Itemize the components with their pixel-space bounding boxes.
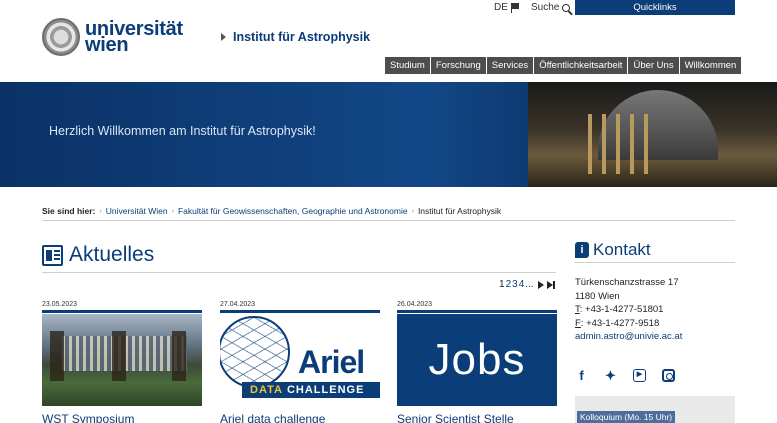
observatory-photo [528,82,777,187]
hero-title: Herzlich Willkommen am Institut für Astr… [49,124,316,138]
nav-item-willkommen[interactable]: Willkommen [679,57,742,74]
institute-name: Institut für Astrophysik [233,30,371,44]
divider [42,272,556,273]
column [588,114,592,174]
instagram-icon[interactable] [662,369,675,382]
news-card[interactable]: 23.05.2023 WST Symposium [42,300,202,423]
news-date: 27.04.2023 [220,300,380,313]
nav-item-studium[interactable]: Studium [385,57,431,74]
contact-heading: i Kontakt [575,240,735,263]
top-utility-bar: DE Suche [494,0,571,15]
news-heading: Aktuelles [42,243,154,267]
institute-link[interactable]: Institut für Astrophysik [221,30,370,44]
contact-fax: F: +43-1-4277-9518 [575,317,735,331]
newspaper-icon [42,244,63,266]
next-page-icon[interactable] [537,280,544,289]
nav-item-ueber-uns[interactable]: Über Uns [628,57,680,74]
column [644,114,648,174]
hero-banner: Herzlich Willkommen am Institut für Astr… [0,82,777,187]
news-image-jobs[interactable]: Jobs [397,314,557,406]
column [630,114,634,174]
contact-street: Türkenschanzstrasse 17 [575,277,679,288]
band-word-challenge: CHALLENGE [282,384,365,396]
nav-item-forschung[interactable]: Forschung [430,57,487,74]
divider [42,220,735,221]
arrow-right-icon [221,33,226,41]
data-challenge-band: DATA CHALLENGE [242,382,380,398]
last-page-icon[interactable] [547,281,555,289]
university-seal-icon [42,18,80,56]
page-link-4[interactable]: 4 [519,279,525,290]
fax-number: : +43-1-4277-9518 [580,317,660,329]
page-ellipsis: ... [525,279,534,290]
ariel-wordmark: Ariel [298,344,365,380]
news-image-building[interactable] [42,314,202,406]
main-navigation: Studium Forschung Services Öffentlichkei… [385,57,742,74]
tree [172,331,186,381]
nav-item-oeffentlichkeitsarbeit[interactable]: Öffentlichkeitsarbeit [534,57,629,74]
tree [112,331,126,381]
search-icon [562,3,571,12]
twitter-icon[interactable]: ✦ [604,369,617,382]
youtube-icon[interactable]: ▶ [633,369,646,382]
language-label: DE [494,2,508,13]
search-button[interactable]: Suche [531,2,571,13]
news-title-link[interactable]: Ariel data challenge [220,412,380,423]
social-links: f ✦ ▶ [575,369,675,382]
column [616,114,620,174]
nav-item-services[interactable]: Services [486,57,535,74]
breadcrumb-item-current: Institut für Astrophysik [417,206,502,216]
breadcrumb-label: Sie sind hier: [42,206,96,216]
logo-wordmark: universität wien [85,19,183,55]
page-current: 1 [499,279,505,290]
news-image-ariel-logo[interactable]: Ariel DATA CHALLENGE [220,314,380,406]
breadcrumb-separator-icon: › [411,207,414,215]
breadcrumb-separator-icon: › [171,207,174,215]
contact-city: 1180 Wien [575,290,620,302]
info-speech-icon: i [575,242,589,258]
phone-number[interactable]: : +43-1-4277-51801 [580,304,664,315]
quicklinks-button[interactable]: Quicklinks [575,0,735,15]
breadcrumb-item-university[interactable]: Universität Wien [106,206,168,216]
flag-icon [510,2,520,13]
breadcrumb: Sie sind hier: › Universität Wien › Faku… [42,206,501,216]
news-card[interactable]: 27.04.2023 Ariel DATA CHALLENGE Ariel da… [220,300,380,423]
search-label: Suche [531,2,560,13]
globe-network-icon [220,316,290,388]
contact-panel: i Kontakt Türkenschanzstrasse 17 1180 Wi… [575,240,735,344]
news-card[interactable]: 26.04.2023 Jobs Senior Scientist Stelle [397,300,557,423]
university-logo[interactable]: universität wien [42,18,183,56]
tree [50,331,64,381]
contact-email-link[interactable]: admin.astro@univie.ac.at [575,330,735,344]
contact-details: Türkenschanzstrasse 17 1180 Wien T: +43-… [575,276,735,344]
news-title-link[interactable]: Senior Scientist Stelle [397,412,557,423]
contact-title: Kontakt [593,240,651,259]
news-date: 26.04.2023 [397,300,557,313]
band-word-data: DATA [250,384,283,396]
news-title: Aktuelles [69,243,155,266]
language-switch[interactable]: DE [494,2,520,13]
page-link-2[interactable]: 2 [506,279,512,290]
colloquium-link[interactable]: Kolloquium (Mo. 15 Uhr) [577,411,676,423]
news-date: 23.05.2023 [42,300,202,313]
news-title-link[interactable]: WST Symposium [42,412,202,423]
news-pagination: 1 2 3 4 ... [499,279,555,290]
column [602,114,606,174]
breadcrumb-item-faculty[interactable]: Fakultät für Geowissenschaften, Geograph… [178,206,408,216]
breadcrumb-separator-icon: › [99,207,102,215]
page-link-3[interactable]: 3 [512,279,518,290]
colloquium-box: Kolloquium (Mo. 15 Uhr) [575,396,735,423]
facebook-icon[interactable]: f [575,369,588,382]
contact-phone: T: +43-1-4277-51801 [575,303,735,317]
